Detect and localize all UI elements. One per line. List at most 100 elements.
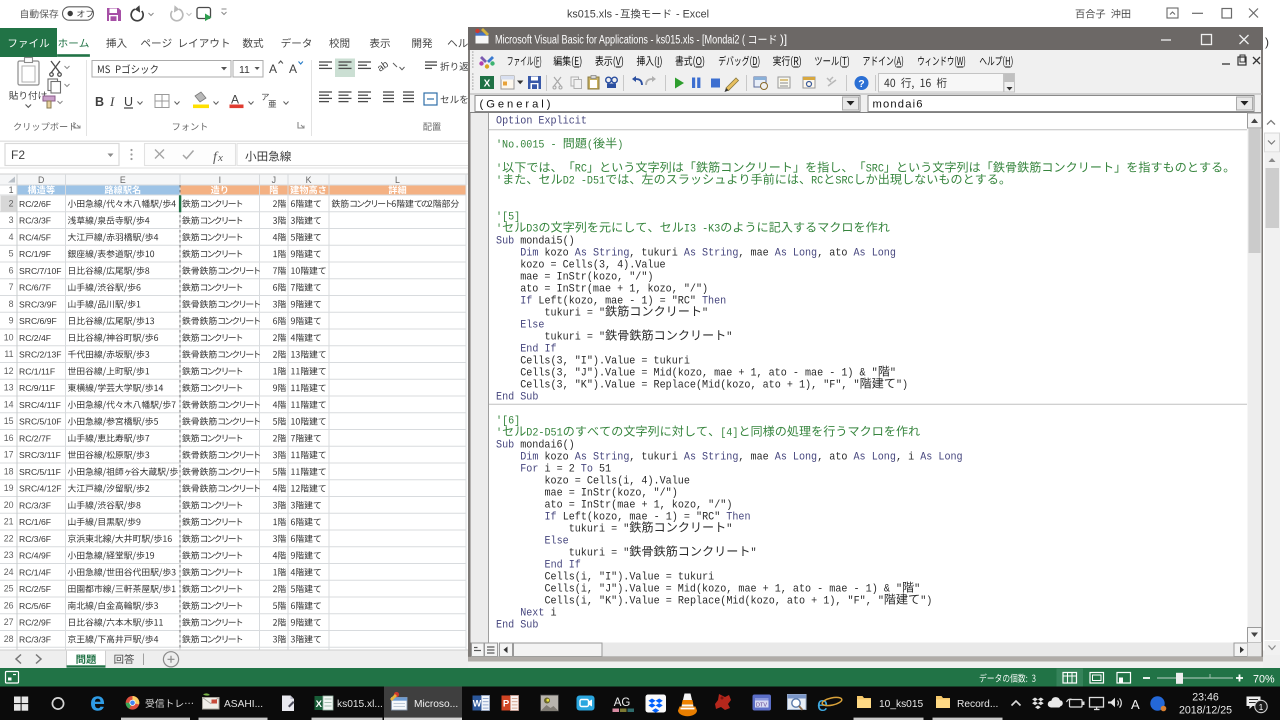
svg-text:If: If <box>520 296 532 308</box>
svg-text:Cells(i, "I").Value = tukuri: Cells(i, "I").Value = tukuri <box>545 572 715 584</box>
svg-text:D: D <box>38 175 44 185</box>
svg-text:E: E <box>120 175 126 185</box>
svg-text:Then: Then <box>726 512 750 524</box>
svg-text:A: A <box>1131 697 1140 712</box>
svg-text:ato = InStr(mae + 1, kozo, "/": ato = InStr(mae + 1, kozo, "/") <box>520 284 708 296</box>
svg-text:SRC/4/12F: SRC/4/12F <box>19 484 62 494</box>
svg-text:18: 18 <box>4 466 14 476</box>
svg-text:RC: RC <box>575 164 587 176</box>
svg-text:RC: RC <box>811 176 823 188</box>
svg-text:": " <box>702 308 708 320</box>
svg-text:4: 4 <box>9 232 14 242</box>
svg-text:RC/1/6F: RC/1/6F <box>19 517 51 527</box>
svg-text:": " <box>726 524 732 536</box>
svg-text:11: 11 <box>4 349 13 359</box>
svg-text:End: End <box>545 560 563 572</box>
svg-text:': ' <box>496 164 502 176</box>
svg-text:D3: D3 <box>526 224 538 236</box>
svg-text:SRC/3/11F: SRC/3/11F <box>19 450 61 460</box>
svg-text:Dim: Dim <box>520 452 538 464</box>
svg-text:RC/6/7F: RC/6/7F <box>19 283 51 293</box>
svg-text:F2: F2 <box>11 148 25 162</box>
svg-text:2018/12/25: 2018/12/25 <box>1179 705 1232 717</box>
svg-text:I3 -K3: I3 -K3 <box>684 224 721 236</box>
svg-text:X: X <box>484 79 491 90</box>
svg-text:Microso...: Microso... <box>414 699 458 710</box>
svg-text:Next: Next <box>520 608 544 620</box>
svg-text:ks015.xl...: ks015.xl... <box>337 699 383 710</box>
svg-text:SRC/5/11F: SRC/5/11F <box>19 467 61 477</box>
svg-text:End: End <box>496 620 514 632</box>
svg-text:To: To <box>581 464 593 476</box>
svg-text:': ' <box>496 176 502 188</box>
svg-text:J: J <box>272 175 276 185</box>
svg-text:As: As <box>775 452 787 464</box>
svg-text:A: A <box>231 93 239 107</box>
svg-text:"): ") <box>920 596 932 608</box>
svg-text:Left(kozo, mae - 1) = "RC": Left(kozo, mae - 1) = "RC" <box>563 512 721 524</box>
svg-text:tukuri = ": tukuri = " <box>545 308 606 320</box>
svg-text:Long: Long <box>872 248 896 260</box>
svg-text:- Excel: - Excel <box>676 9 709 21</box>
svg-text:"): ") <box>896 380 908 392</box>
svg-text:25: 25 <box>4 584 14 594</box>
svg-text:1: 1 <box>9 185 14 195</box>
svg-text:String: String <box>593 452 629 464</box>
svg-text:ks015.xls -: ks015.xls - <box>567 9 619 21</box>
svg-text:DTV: DTV <box>756 703 767 709</box>
svg-text:3: 3 <box>9 215 14 225</box>
svg-text:SRC/3/9F: SRC/3/9F <box>19 299 57 309</box>
svg-text:RC/2/6F: RC/2/6F <box>19 199 51 209</box>
svg-text:": " <box>726 332 732 344</box>
svg-text:Cells(3, "I").Value = tukuri: Cells(3, "I").Value = tukuri <box>520 356 690 368</box>
svg-text:": " <box>751 548 757 560</box>
svg-text:RC/3/3F: RC/3/3F <box>19 216 51 226</box>
svg-text:Sub: Sub <box>496 236 514 248</box>
svg-text:, tukuri: , tukuri <box>629 248 678 260</box>
svg-text:A: A <box>289 62 297 76</box>
svg-text:RC/4/9F: RC/4/9F <box>19 551 51 561</box>
svg-text:Left(kozo, mae - 1) = "RC": Left(kozo, mae - 1) = "RC" <box>538 296 696 308</box>
svg-text:Long: Long <box>872 452 896 464</box>
svg-text:, mae: , mae <box>738 452 768 464</box>
svg-text:Cells(i, "J").Value = Mid(kozo: Cells(i, "J").Value = Mid(kozo, mae + 1,… <box>545 584 903 596</box>
svg-text:': ' <box>496 224 502 236</box>
svg-text:13: 13 <box>4 383 14 393</box>
svg-text:K: K <box>306 175 312 185</box>
svg-text:If: If <box>545 344 557 356</box>
svg-text:21: 21 <box>4 517 14 527</box>
svg-text:Dim: Dim <box>520 248 538 260</box>
svg-text:SRC/5/10F: SRC/5/10F <box>19 417 62 427</box>
svg-text:26: 26 <box>4 600 14 610</box>
svg-text:RC/3/6F: RC/3/6F <box>19 534 51 544</box>
svg-text:String: String <box>593 248 629 260</box>
svg-text:RC/2/4F: RC/2/4F <box>19 333 51 343</box>
svg-text:RC/4/5F: RC/4/5F <box>19 232 51 242</box>
svg-text:27: 27 <box>4 617 14 627</box>
svg-text:14: 14 <box>4 399 14 409</box>
svg-text:i = 2: i = 2 <box>545 464 575 476</box>
svg-text:I: I <box>109 94 115 109</box>
svg-text:)]: )] <box>780 35 787 47</box>
svg-text:11: 11 <box>239 64 250 76</box>
svg-text:24: 24 <box>4 567 14 577</box>
svg-text:RC/3/3F: RC/3/3F <box>19 500 51 510</box>
svg-text:, tukuri: , tukuri <box>629 452 678 464</box>
svg-text:Sub: Sub <box>496 440 514 452</box>
svg-text:': ' <box>496 428 502 440</box>
svg-text:70%: 70% <box>1253 673 1275 685</box>
svg-text:I: I <box>219 175 221 185</box>
svg-text:20: 20 <box>4 500 14 510</box>
svg-text:Long: Long <box>793 452 817 464</box>
svg-text:kozo: kozo <box>545 452 569 464</box>
svg-text:D2-D51: D2-D51 <box>526 428 563 440</box>
svg-text:): ) <box>617 140 623 152</box>
svg-text:, ato: , ato <box>817 248 847 260</box>
svg-text:Then: Then <box>702 296 726 308</box>
svg-text:mae = InStr(kozo, "/"): mae = InStr(kozo, "/") <box>545 488 678 500</box>
svg-text:'[5]: '[5] <box>496 212 520 224</box>
svg-text:D2 -D51: D2 -D51 <box>563 176 606 188</box>
svg-text:12: 12 <box>4 366 14 376</box>
svg-text:tukuri = ": tukuri = " <box>569 548 630 560</box>
svg-text:5: 5 <box>9 249 14 259</box>
